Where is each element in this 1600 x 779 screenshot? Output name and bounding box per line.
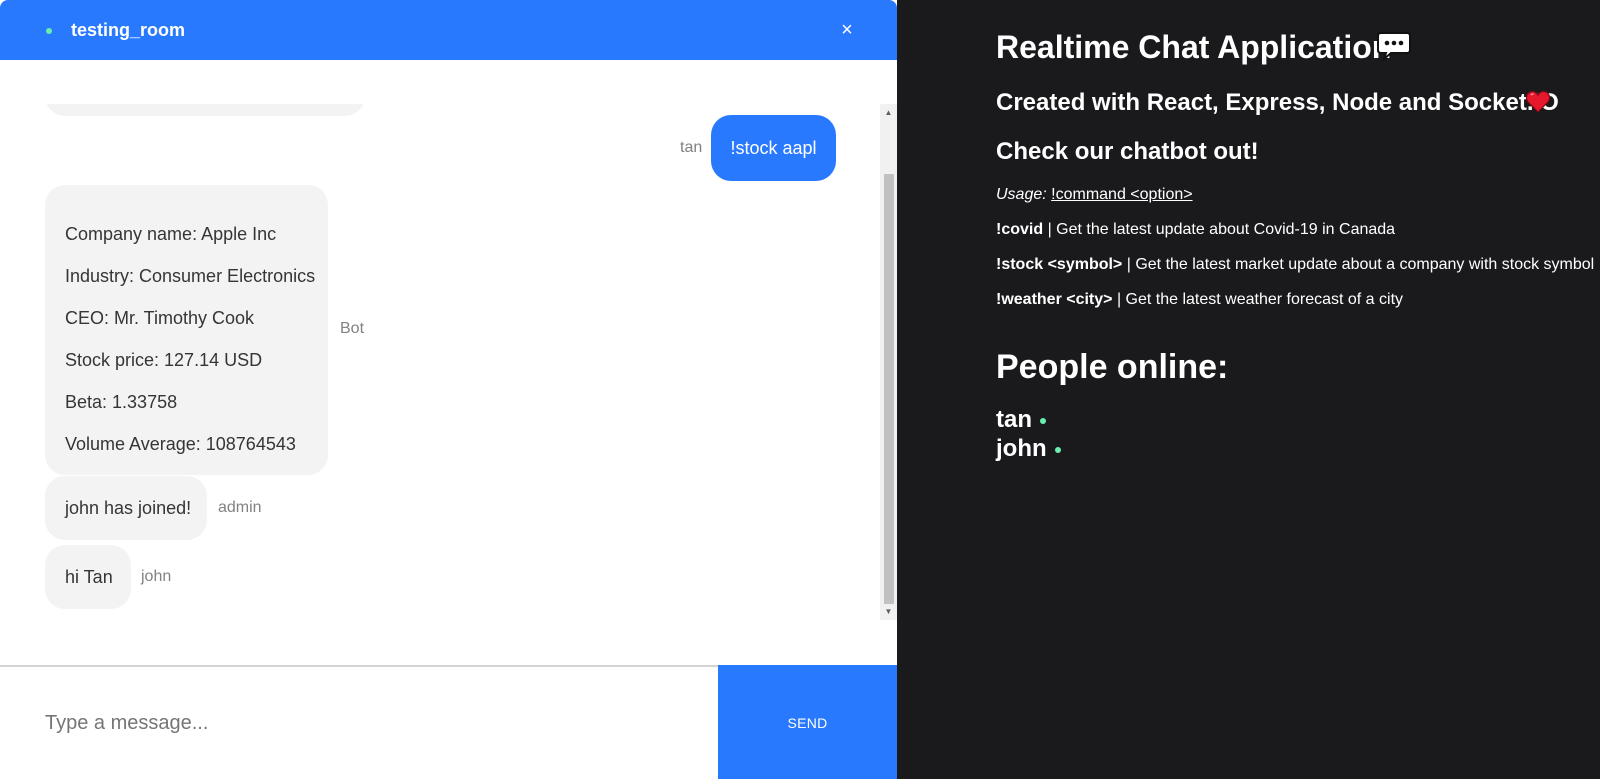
send-button[interactable]: SEND — [718, 665, 897, 779]
usage-command: !command <option> — [1051, 186, 1193, 203]
bot-line-beta: Beta: 1.33758 — [65, 392, 178, 412]
usage-label: Usage: — [996, 186, 1047, 203]
scroll-thumb[interactable] — [884, 174, 894, 604]
bot-line-ceo: CEO: Mr. Timothy Cook — [65, 308, 255, 328]
my-message-bubble: !stock aapl — [711, 115, 836, 181]
online-dot-icon — [1040, 417, 1046, 424]
command-name: !weather <city> — [996, 291, 1113, 308]
message-input[interactable] — [0, 667, 718, 779]
usage-line: Usage: !command <option> — [996, 185, 1193, 205]
message-sender: admin — [218, 499, 262, 516]
message-sender: john — [141, 568, 172, 585]
command-name: !stock <symbol> — [996, 256, 1123, 273]
message-scrollbar[interactable]: ▲ ▼ — [880, 104, 897, 620]
bot-message-bubble: Company name: Apple Inc Industry: Consum… — [45, 185, 328, 475]
scroll-up-arrow-icon[interactable]: ▲ — [880, 104, 897, 121]
john-message-bubble: hi Tan — [45, 545, 131, 609]
message-sender: tan — [680, 139, 703, 156]
bot-line-company: Company name: Apple Inc — [65, 224, 277, 244]
online-user: tan — [996, 406, 1046, 434]
chat-header: testing_room × — [0, 0, 897, 60]
message-list[interactable]: tan !stock aapl Company name: Apple Inc … — [0, 104, 880, 620]
created-with-text: Created with React, Express, Node and So… — [996, 89, 1559, 116]
online-indicator — [46, 28, 52, 34]
chat-panel: testing_room × tan !stock aapl Company n… — [0, 0, 897, 779]
app-title: Realtime Chat Application — [996, 29, 1392, 65]
command-stock: !stock <symbol> | Get the latest market … — [996, 255, 1594, 275]
speech-balloon-icon — [1377, 32, 1411, 61]
command-name: !covid — [996, 221, 1044, 238]
bot-line-price: Stock price: 127.14 USD — [65, 350, 263, 370]
command-description: | Get the latest update about Covid-19 i… — [1043, 221, 1396, 238]
admin-message-bubble: john has joined! — [45, 476, 207, 540]
online-user: john — [996, 435, 1061, 463]
online-user-name: tan — [996, 406, 1032, 433]
chatbot-heading: Check our chatbot out! — [996, 138, 1259, 165]
online-user-name: john — [996, 435, 1047, 462]
scroll-down-arrow-icon[interactable]: ▼ — [880, 603, 897, 620]
command-weather: !weather <city> | Get the latest weather… — [996, 290, 1403, 310]
bot-line-industry: Industry: Consumer Electronics — [65, 266, 316, 286]
message-bubble-partial — [45, 104, 365, 116]
message-input-bar: SEND — [0, 665, 897, 779]
command-description: | Get the latest weather forecast of a c… — [1112, 291, 1404, 308]
online-dot-icon — [1054, 446, 1061, 453]
command-covid: !covid | Get the latest update about Cov… — [996, 220, 1395, 240]
close-button[interactable]: × — [834, 17, 860, 43]
message-sender: Bot — [340, 320, 365, 337]
room-name: testing_room — [71, 20, 186, 40]
heart-icon — [1525, 90, 1551, 113]
command-description: | Get the latest market update about a c… — [1122, 256, 1595, 273]
people-online-heading: People online: — [996, 348, 1229, 386]
bot-line-volume: Volume Average: 108764543 — [65, 434, 296, 454]
